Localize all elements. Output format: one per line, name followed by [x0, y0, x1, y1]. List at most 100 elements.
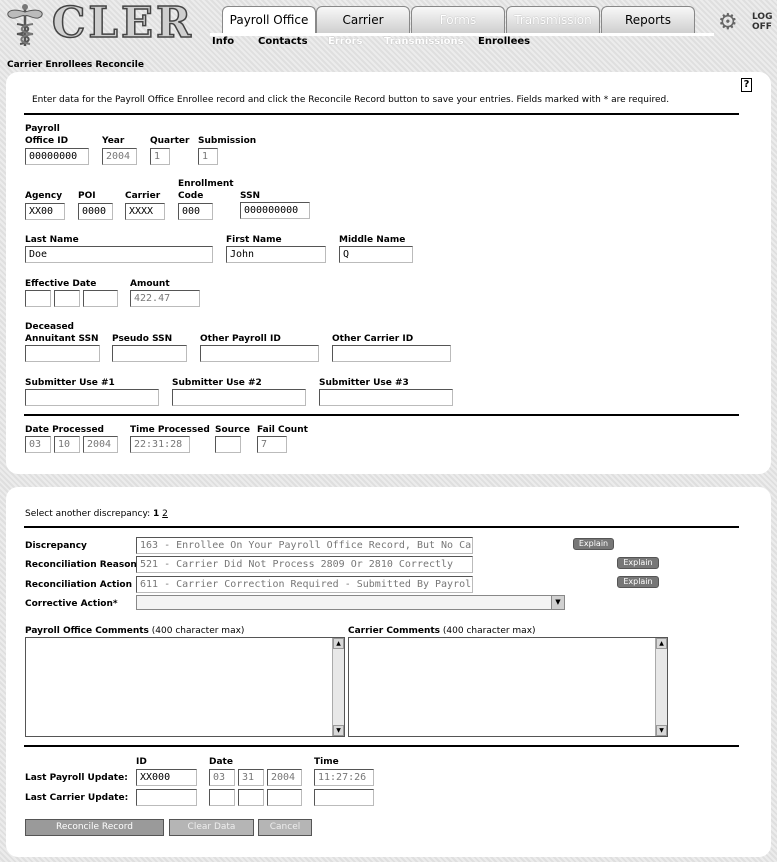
scrollbar[interactable]: ▲ ▼ [332, 638, 344, 736]
poi-field[interactable]: 0000 [78, 203, 113, 220]
tab-reports[interactable]: Reports [601, 6, 695, 33]
other-payroll-id-label: Other Payroll ID [200, 334, 281, 344]
carrier-update-year-field [267, 789, 302, 806]
submitter-1-field[interactable] [25, 389, 159, 406]
payroll-update-time-field: 11:27:26 [314, 769, 374, 786]
year-field: 2004 [102, 148, 137, 165]
subnav-errors: Errors [328, 36, 363, 47]
effective-day-field[interactable] [54, 290, 80, 307]
processed-year-field: 2004 [83, 436, 118, 453]
middle-name-label: Middle Name [339, 235, 406, 245]
code-label: Code [178, 191, 204, 201]
discrepancy-field: 163 - Enrollee On Your Payroll Office Re… [136, 537, 473, 554]
subnav-transmissions: Transmissions [384, 36, 464, 47]
tab-payroll-office[interactable]: Payroll Office [222, 6, 316, 33]
cancel-button[interactable]: Cancel [258, 819, 312, 836]
scroll-up-icon[interactable]: ▲ [656, 638, 667, 649]
submitter-3-field[interactable] [319, 389, 453, 406]
annuitant-ssn-field[interactable] [25, 345, 100, 362]
carrier-label: Carrier [125, 191, 161, 201]
scroll-up-icon[interactable]: ▲ [333, 638, 344, 649]
carrier-field[interactable]: XXXX [125, 203, 165, 220]
source-field [215, 436, 241, 453]
year-label: Year [102, 136, 125, 146]
scroll-down-icon[interactable]: ▼ [656, 725, 667, 736]
time-processed-label: Time Processed [130, 425, 210, 435]
subnav-enrollees[interactable]: Enrollees [478, 36, 530, 50]
explain-discrepancy-button[interactable]: Explain [573, 538, 614, 550]
payroll-comments-textarea[interactable]: ▲ ▼ [25, 637, 345, 737]
id-label: ID [136, 757, 147, 767]
payroll-label: Payroll [25, 124, 60, 134]
tab-transmission: Transmission [506, 6, 600, 33]
payroll-update-day-field: 31 [238, 769, 264, 786]
effective-date-label: Effective Date [25, 279, 97, 289]
payroll-update-month-field: 03 [209, 769, 235, 786]
enrollment-code-field[interactable]: 000 [178, 203, 213, 220]
reconcile-record-button[interactable]: Reconcile Record [25, 819, 164, 836]
deceased-label: Deceased [25, 322, 74, 332]
carrier-update-month-field [209, 789, 235, 806]
carrier-update-time-field [314, 789, 374, 806]
fail-count-label: Fail Count [257, 425, 308, 435]
logoff-button[interactable]: ⚙ LOG OFF [716, 8, 774, 38]
carrier-comments-textarea[interactable]: ▲ ▼ [348, 637, 668, 737]
quarter-label: Quarter [150, 136, 190, 146]
payroll-update-id-field: XX000 [136, 769, 197, 786]
carrier-update-id-field [136, 789, 197, 806]
quarter-field: 1 [150, 148, 170, 165]
enrollment-label: Enrollment [178, 179, 234, 189]
scrollbar[interactable]: ▲ ▼ [655, 638, 667, 736]
middle-name-field[interactable]: Q [339, 246, 413, 263]
submitter-2-label: Submitter Use #2 [172, 378, 262, 388]
divider [24, 414, 739, 416]
pseudo-ssn-field[interactable] [112, 345, 187, 362]
source-label: Source [215, 425, 250, 435]
subnav-info[interactable]: Info [212, 36, 234, 50]
agency-field[interactable]: XX00 [25, 203, 65, 220]
date-label: Date [209, 757, 233, 767]
amount-label: Amount [130, 279, 170, 289]
caduceus-icon [7, 4, 43, 46]
effective-month-field[interactable] [25, 290, 51, 307]
instructions: Enter data for the Payroll Office Enroll… [32, 95, 670, 105]
explain-reason-button[interactable]: Explain [617, 557, 659, 569]
discrepancy-link-2[interactable]: 2 [162, 509, 168, 519]
subnav-contacts[interactable]: Contacts [258, 36, 308, 50]
scroll-down-icon[interactable]: ▼ [333, 725, 344, 736]
discrepancy-link-1[interactable]: 1 [153, 509, 159, 519]
clear-data-button[interactable]: Clear Data [169, 819, 254, 836]
header: CLER Payroll Office Carrier Forms Transm… [0, 0, 777, 52]
divider [24, 526, 739, 528]
office-id-field[interactable]: 00000000 [25, 148, 89, 165]
ssn-field[interactable]: 000000000 [240, 202, 310, 219]
pseudo-ssn-label: Pseudo SSN [112, 334, 173, 344]
annuitant-ssn-label: Annuitant SSN [25, 334, 99, 344]
last-name-label: Last Name [25, 235, 79, 245]
divider [24, 745, 739, 747]
other-payroll-id-field[interactable] [200, 345, 319, 362]
corrective-action-label: Corrective Action* [25, 599, 118, 609]
last-name-field[interactable]: Doe [25, 246, 213, 263]
help-icon[interactable]: ? [741, 78, 752, 92]
other-carrier-id-field[interactable] [332, 345, 451, 362]
submitter-2-field[interactable] [172, 389, 306, 406]
corrective-action-select[interactable]: ▼ [136, 595, 565, 610]
processed-month-field: 03 [25, 436, 51, 453]
logoff-label: LOG OFF [752, 12, 773, 32]
payroll-update-year-field: 2004 [267, 769, 302, 786]
last-payroll-update-label: Last Payroll Update: [25, 773, 128, 783]
app-logo: CLER [51, 0, 194, 48]
time-processed-field: 22:31:28 [130, 436, 190, 453]
poi-label: POI [78, 191, 96, 201]
amount-field: 422.47 [130, 290, 200, 307]
tab-carrier[interactable]: Carrier [316, 6, 410, 33]
chevron-down-icon[interactable]: ▼ [551, 596, 564, 609]
explain-action-button[interactable]: Explain [617, 576, 659, 588]
effective-year-field[interactable] [83, 290, 118, 307]
payroll-comments-label: Payroll Office Comments (400 character m… [25, 626, 245, 636]
reconciliation-reason-field: 521 - Carrier Did Not Process 2809 Or 28… [136, 556, 473, 573]
last-carrier-update-label: Last Carrier Update: [25, 793, 129, 803]
processed-day-field: 10 [54, 436, 80, 453]
first-name-field[interactable]: John [226, 246, 326, 263]
